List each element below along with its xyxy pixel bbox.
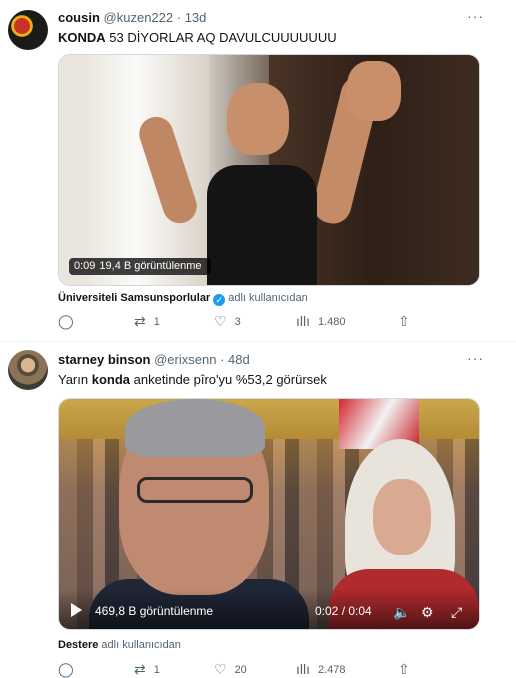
like-count: 3 — [234, 316, 241, 328]
volume-icon[interactable]: 🔈 — [393, 604, 410, 620]
handle[interactable]: @erixsenn — [154, 352, 216, 367]
tweet-text-rest: 53 DİYORLAR AQ DAVULCUUUUUUU — [105, 30, 337, 45]
verified-icon: ✓ — [213, 294, 226, 306]
retweet-count: 1 — [153, 316, 160, 328]
source-account[interactable]: Destere — [58, 639, 98, 651]
video-scene-glasses — [137, 477, 253, 503]
share-button[interactable]: ⇧ — [398, 312, 418, 331]
video-scene-woman-face — [373, 479, 431, 555]
retweet-icon: ⇄ — [134, 313, 146, 329]
tweet-text-bold: konda — [91, 372, 131, 387]
fullscreen-icon[interactable]: ⤢ — [451, 604, 462, 620]
avatar[interactable] — [8, 350, 48, 390]
tweet-text-bold: KONDA — [58, 30, 106, 45]
timestamp[interactable]: 48d — [228, 352, 250, 367]
share-button[interactable]: ⇧ — [398, 660, 418, 678]
view-count: 2.478 — [318, 664, 346, 676]
reply-icon: ◯ — [58, 313, 74, 329]
source-suffix: adlı kullanıcıdan — [228, 292, 308, 304]
analytics-icon: ıllı — [296, 313, 310, 329]
video-scene-man-hair — [125, 399, 265, 457]
video-view-count: 19,4 B görüntülenme — [99, 260, 202, 272]
like-count: 20 — [234, 664, 247, 676]
like-button[interactable]: ♡ 3 — [214, 312, 241, 331]
video-controls: 469,8 B görüntülenme 0:02 / 0:04 🔈 ⚙ ⤢ — [59, 589, 479, 629]
share-icon: ⇧ — [398, 661, 410, 677]
retweet-icon: ⇄ — [134, 661, 146, 677]
video-scene-door — [89, 55, 209, 285]
display-name[interactable]: cousin — [58, 10, 100, 25]
handle[interactable]: @kuzen222 — [104, 10, 174, 25]
source-account[interactable]: Üniversiteli Samsunsporlular — [58, 292, 210, 304]
tweet-header: cousin @kuzen222 · 13d — [58, 10, 206, 26]
avatar[interactable] — [8, 10, 48, 50]
tweet-text-rest: anketinde pîro'yu %53,2 görürsek — [130, 372, 327, 387]
video-time: 0:02 / 0:04 — [315, 604, 372, 618]
video-frame — [59, 55, 479, 285]
video-duration: 0:09 — [74, 260, 96, 272]
display-name[interactable]: starney binson — [58, 352, 150, 367]
heart-icon: ♡ — [214, 661, 227, 677]
dot-separator: · — [176, 10, 182, 25]
more-options-icon[interactable]: ··· — [467, 8, 484, 24]
views-button[interactable]: ıllı 1.480 — [296, 312, 346, 331]
tweet-text: KONDA 53 DİYORLAR AQ DAVULCUUUUUUU — [58, 30, 337, 46]
reply-button[interactable]: ◯ — [58, 312, 82, 331]
reply-icon: ◯ — [58, 661, 74, 677]
source-suffix: adlı kullanıcıdan — [101, 639, 181, 651]
play-icon[interactable] — [71, 603, 82, 617]
tweet-text-pre: Yarın — [58, 372, 92, 387]
tweet-actions: ◯ ⇄ 1 ♡ 20 ıllı 2.478 ⇧ — [58, 660, 428, 678]
tweet-text: Yarın konda anketinde pîro'yu %53,2 görü… — [58, 372, 327, 388]
retweet-count: 1 — [153, 664, 160, 676]
video-source: Üniversiteli Samsunsporlular ✓ adlı kullan… — [58, 291, 308, 306]
more-options-icon[interactable]: ··· — [467, 350, 484, 366]
video-scene-body — [207, 165, 317, 285]
video-views-badge: 0:09 19,4 B görüntülenme — [69, 258, 211, 275]
avatar-image — [8, 350, 48, 390]
tweet[interactable]: starney binson @erixsenn · 48d ··· Yarın… — [0, 342, 516, 678]
video-scene-hand — [347, 61, 401, 121]
tweet[interactable]: cousin @kuzen222 · 13d ··· KONDA 53 DİYO… — [0, 0, 516, 342]
gear-icon[interactable]: ⚙ — [421, 604, 434, 620]
tweet-actions: ◯ ⇄ 1 ♡ 3 ıllı 1.480 ⇧ — [58, 312, 428, 332]
video-player[interactable]: 469,8 B görüntülenme 0:02 / 0:04 🔈 ⚙ ⤢ — [58, 398, 480, 630]
views-button[interactable]: ıllı 2.478 — [296, 660, 346, 678]
retweet-button[interactable]: ⇄ 1 — [134, 660, 160, 678]
heart-icon: ♡ — [214, 313, 227, 329]
retweet-button[interactable]: ⇄ 1 — [134, 312, 160, 331]
video-player[interactable]: 0:09 19,4 B görüntülenme — [58, 54, 480, 286]
video-source: Destere adlı kullanıcıdan — [58, 638, 181, 652]
like-button[interactable]: ♡ 20 — [214, 660, 247, 678]
view-count: 1.480 — [318, 316, 346, 328]
timestamp[interactable]: 13d — [185, 10, 207, 25]
analytics-icon: ıllı — [296, 661, 310, 677]
tweet-header: starney binson @erixsenn · 48d — [58, 352, 250, 368]
video-view-count: 469,8 B görüntülenme — [95, 604, 214, 618]
avatar-image — [8, 10, 48, 50]
share-icon: ⇧ — [398, 313, 410, 329]
dot-separator: · — [220, 352, 225, 367]
video-scene-head — [227, 83, 289, 155]
reply-button[interactable]: ◯ — [58, 660, 82, 678]
